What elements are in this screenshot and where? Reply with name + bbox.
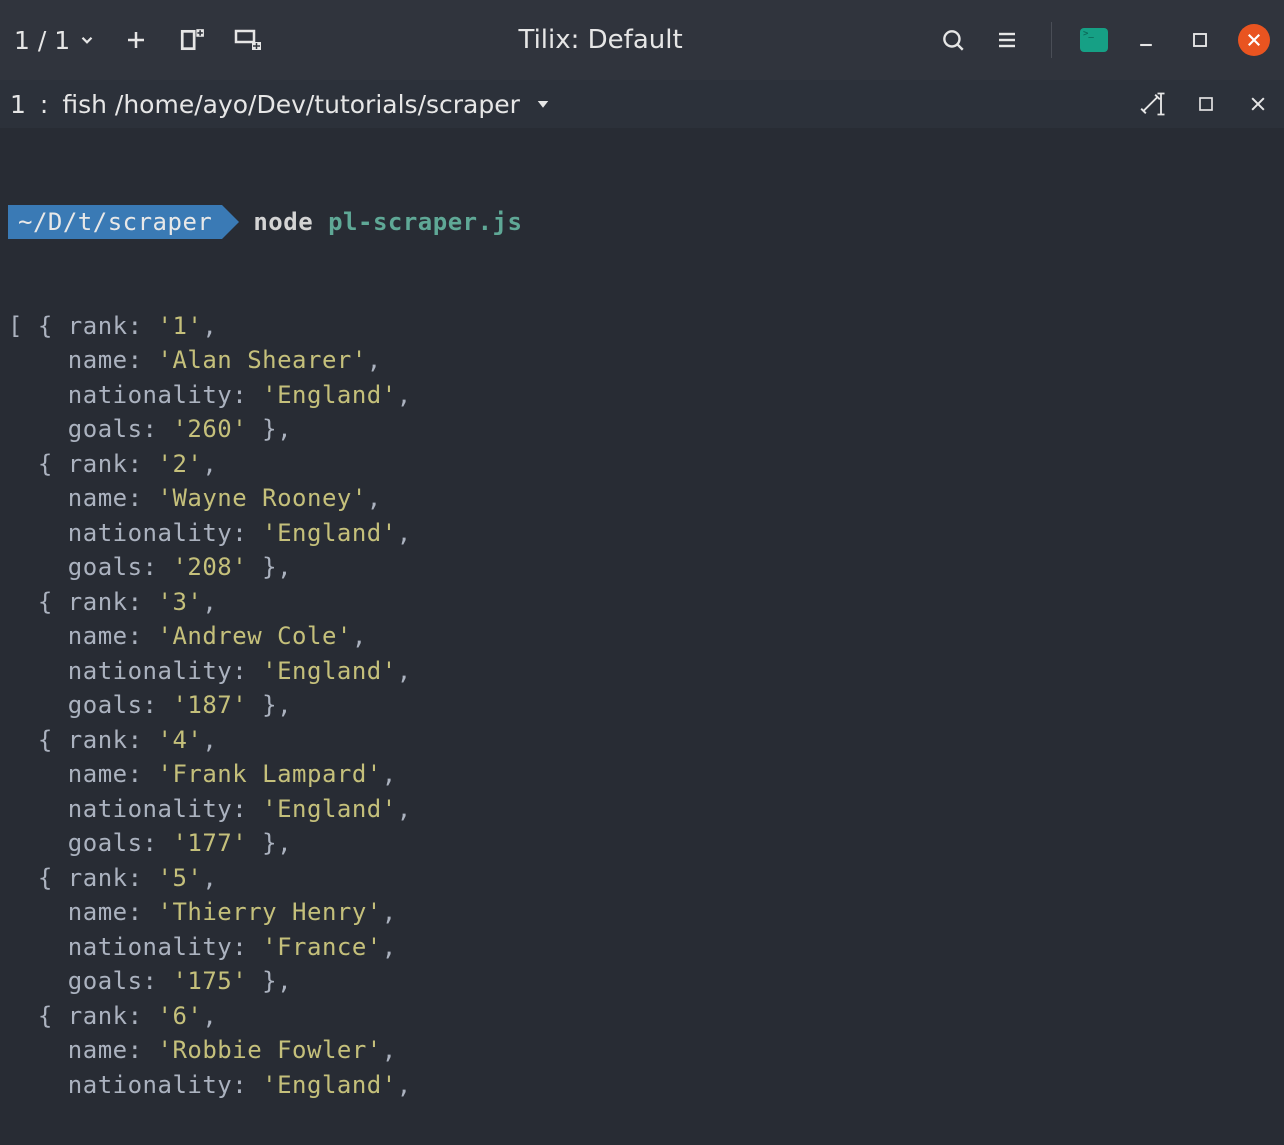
terminal-tab[interactable]: 1: fish /home/ayo/Dev/tutorials/scraper	[10, 90, 552, 119]
maximize-button[interactable]	[1184, 24, 1216, 56]
square-icon	[1197, 95, 1215, 113]
plus-icon	[124, 28, 148, 52]
tab-index: 1	[10, 90, 26, 119]
close-icon	[1245, 31, 1263, 49]
text-cursor-icon	[1140, 90, 1168, 118]
split-down-button[interactable]	[232, 24, 264, 56]
prompt-cwd: ~/D/t/scraper	[8, 205, 222, 239]
split-right-button[interactable]	[176, 24, 208, 56]
tab-label: fish /home/ayo/Dev/tutorials/scraper	[62, 90, 520, 119]
terminal-tabbar: 1: fish /home/ayo/Dev/tutorials/scraper	[0, 80, 1284, 128]
menu-button[interactable]	[991, 24, 1023, 56]
hamburger-icon	[995, 28, 1019, 52]
maximize-pane-button[interactable]	[1190, 88, 1222, 120]
minimize-icon	[1136, 30, 1156, 50]
split-down-icon	[234, 27, 262, 53]
prompt-line: ~/D/t/scraper node pl-scraper.js	[8, 205, 1276, 240]
minimize-button[interactable]	[1130, 24, 1162, 56]
prompt-arrow-icon	[222, 205, 239, 239]
titlebar-center: Tilix: Default	[272, 25, 929, 55]
session-count: 1 / 1	[14, 26, 70, 55]
readonly-toggle-button[interactable]	[1138, 88, 1170, 120]
maximize-icon	[1191, 31, 1209, 49]
split-right-icon	[179, 27, 205, 53]
close-pane-button[interactable]	[1242, 88, 1274, 120]
command-binary: node	[253, 208, 313, 236]
new-session-button[interactable]	[120, 24, 152, 56]
titlebar-left: 1 / 1	[14, 24, 264, 56]
titlebar-right	[937, 22, 1270, 58]
app-icon	[1080, 28, 1108, 52]
session-switcher[interactable]: 1 / 1	[14, 26, 96, 55]
window-titlebar: 1 / 1 Tilix: Default	[0, 0, 1284, 80]
command-arg: pl-scraper.js	[328, 208, 522, 236]
command: node pl-scraper.js	[253, 205, 522, 240]
terminal-output: [ { rank: '1', name: 'Alan Shearer', nat…	[8, 309, 1276, 1103]
chevron-down-icon	[78, 31, 96, 49]
search-button[interactable]	[937, 24, 969, 56]
chevron-down-icon	[534, 95, 552, 113]
divider	[1051, 22, 1052, 58]
terminal-content[interactable]: ~/D/t/scraper node pl-scraper.js [ { ran…	[0, 128, 1284, 1145]
search-icon	[940, 27, 966, 53]
window-title: Tilix: Default	[518, 25, 682, 55]
close-window-button[interactable]	[1238, 24, 1270, 56]
close-icon	[1248, 94, 1268, 114]
tab-controls	[1138, 88, 1274, 120]
